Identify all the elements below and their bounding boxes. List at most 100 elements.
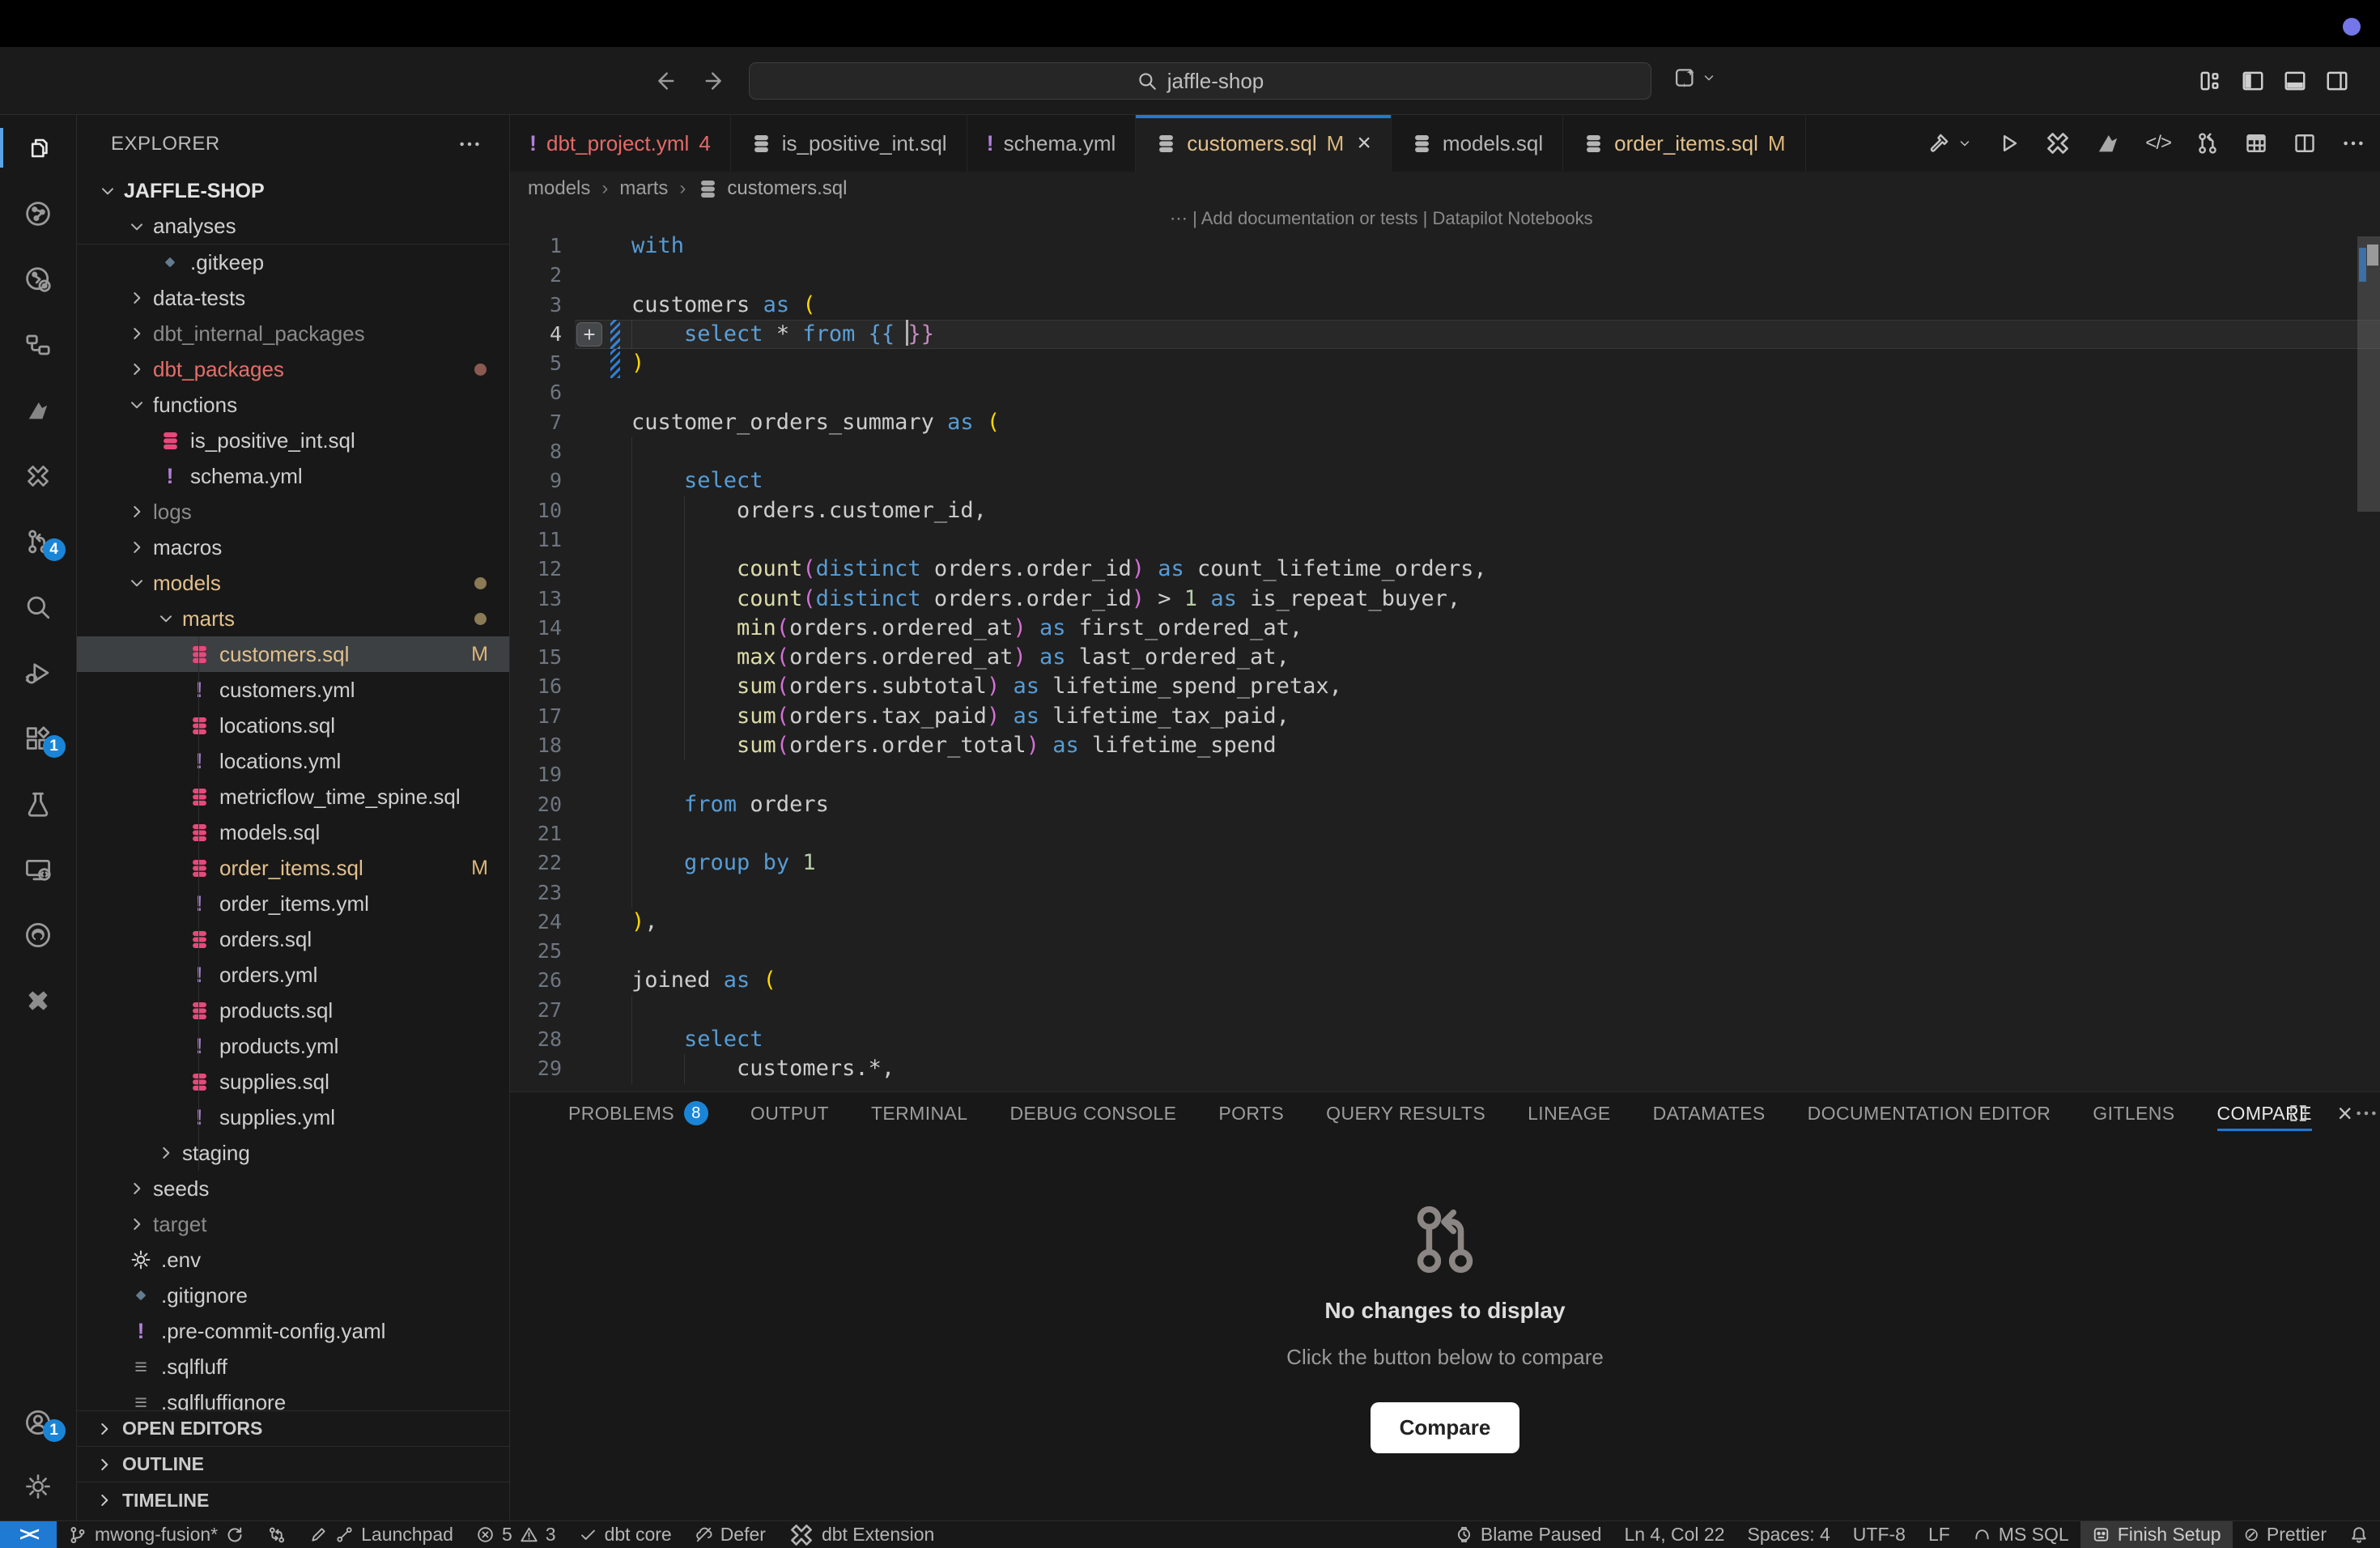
close-panel-icon[interactable]: × [2337, 1100, 2352, 1126]
tree-item-locations-yml[interactable]: !locations.yml [77, 743, 509, 779]
tree-item-analyses[interactable]: analyses [77, 209, 509, 245]
panel-tab-output[interactable]: OUTPUT [750, 1092, 829, 1134]
activity-lineage-alt[interactable] [0, 257, 77, 300]
code-line-22[interactable]: 22 group by 1 [510, 848, 2380, 878]
section-timeline[interactable]: TIMELINE [77, 1482, 509, 1518]
status-compare-changes[interactable] [256, 1521, 298, 1548]
code-line-21[interactable]: 21 [510, 819, 2380, 848]
panel-tab-datamates[interactable]: DATAMATES [1653, 1092, 1766, 1134]
tree-item--gitkeep[interactable]: .gitkeep [77, 245, 509, 280]
activity-remote-explorer[interactable] [0, 848, 77, 891]
tab-order_items-sql[interactable]: order_items.sqlM [1563, 115, 1805, 172]
toggle-secondary-sidebar-icon[interactable] [2325, 69, 2349, 93]
chevron-down-icon[interactable] [1957, 136, 1972, 151]
tree-item-orders-yml[interactable]: !orders.yml [77, 957, 509, 993]
status-gitlens-blame[interactable]: Blame Paused [1443, 1521, 1613, 1548]
activity-github[interactable] [0, 913, 77, 956]
tab-schema-yml[interactable]: !schema.yml [967, 115, 1137, 172]
maximize-panel-icon[interactable] [2287, 1100, 2310, 1126]
code-line-1[interactable]: 1with [510, 232, 2380, 261]
breadcrumb-folder[interactable]: models [528, 177, 590, 200]
tree-item-target[interactable]: target [77, 1206, 509, 1242]
code-line-10[interactable]: 10 orders.customer_id, [510, 496, 2380, 525]
tree-item-data-tests[interactable]: data-tests [77, 280, 509, 316]
tree-item-supplies-sql[interactable]: supplies.sql [77, 1064, 509, 1099]
tree-item-customers-yml[interactable]: !customers.yml [77, 672, 509, 708]
command-center-search[interactable]: jaffle-shop [749, 62, 1651, 100]
code-line-14[interactable]: 14 min(orders.ordered_at) as first_order… [510, 614, 2380, 643]
tree-item-supplies-yml[interactable]: !supplies.yml [77, 1099, 509, 1135]
activity-dbt[interactable] [0, 389, 77, 432]
status-problems-summary[interactable]: 53 [465, 1521, 567, 1548]
activity-explorer[interactable] [0, 126, 77, 169]
breadcrumb[interactable]: models›marts›customers.sql [510, 172, 2380, 206]
panel-tab-ports[interactable]: PORTS [1218, 1092, 1284, 1134]
status-launchpad[interactable]: Launchpad [298, 1521, 465, 1548]
code-line-28[interactable]: 28 select [510, 1025, 2380, 1054]
tree-item--gitignore[interactable]: .gitignore [77, 1278, 509, 1313]
code-line-24[interactable]: 24), [510, 908, 2380, 937]
tree-item-logs[interactable]: logs [77, 494, 509, 529]
tree-item-locations-sql[interactable]: locations.sql [77, 708, 509, 743]
tree-item-dbt-packages[interactable]: dbt_packages [77, 351, 509, 387]
codelens-actions[interactable]: ⋯ | Add documentation or tests | Datapil… [510, 206, 2380, 232]
tree-item-schema-yml[interactable]: !schema.yml [77, 458, 509, 494]
panel-tab-lineage[interactable]: LINEAGE [1528, 1092, 1611, 1134]
tree-item-models[interactable]: models [77, 565, 509, 601]
split-editor-icon[interactable] [2293, 131, 2317, 155]
code-line-20[interactable]: 20 from orders [510, 790, 2380, 819]
code-line-7[interactable]: 7customer_orders_summary as ( [510, 408, 2380, 437]
query-results-icon[interactable] [2244, 131, 2268, 155]
status-finish-setup[interactable]: Finish Setup [2080, 1521, 2233, 1548]
tree-item-order-items-yml[interactable]: !order_items.yml [77, 886, 509, 921]
more-panel-tabs-icon[interactable] [2354, 1101, 2378, 1125]
inline-code-icon[interactable]: </> [2145, 132, 2171, 155]
tree-item-macros[interactable]: macros [77, 529, 509, 565]
activity-flowchart[interactable] [0, 323, 77, 366]
run-model-icon[interactable] [1996, 131, 2021, 155]
code-editor[interactable]: ⋯ | Add documentation or tests | Datapil… [510, 206, 2380, 1091]
code-line-12[interactable]: 12 count(distinct orders.order_id) as co… [510, 555, 2380, 584]
breadcrumb-folder[interactable]: marts [619, 177, 668, 200]
section-outline[interactable]: OUTLINE [77, 1447, 509, 1482]
tree-item-customers-sql[interactable]: customers.sqlM [77, 636, 509, 672]
code-line-9[interactable]: 9 select [510, 466, 2380, 495]
activity-dbt-power-user[interactable] [0, 454, 77, 497]
more-actions-icon[interactable] [2341, 131, 2365, 155]
status-git-branch[interactable]: mwong-fusion* [57, 1521, 256, 1548]
code-line-4[interactable]: 4+ select * from {{ }} [510, 320, 2380, 349]
activity-testing[interactable] [0, 782, 77, 825]
tree-item--env[interactable]: .env [77, 1242, 509, 1278]
close-icon[interactable]: × [1357, 130, 1371, 157]
tree-item--pre-commit-config-yaml[interactable]: !.pre-commit-config.yaml [77, 1313, 509, 1349]
breadcrumb-file[interactable]: customers.sql [697, 177, 847, 200]
more-actions-icon[interactable] [457, 132, 482, 156]
activity-accounts[interactable]: 1 [0, 1401, 77, 1444]
status-dbt-core[interactable]: dbt core [567, 1521, 683, 1548]
code-line-6[interactable]: 6 [510, 378, 2380, 407]
tree-item-seeds[interactable]: seeds [77, 1171, 509, 1206]
status-notifications[interactable] [2338, 1521, 2380, 1548]
panel-tab-gitlens[interactable]: GITLENS [2093, 1092, 2174, 1134]
code-line-27[interactable]: 27 [510, 996, 2380, 1025]
activity-extensions[interactable]: 1 [0, 717, 77, 759]
dbt-logo-icon[interactable] [2095, 130, 2121, 156]
code-line-3[interactable]: 3customers as ( [510, 291, 2380, 320]
code-line-8[interactable]: 8 [510, 437, 2380, 466]
status-remote-indicator[interactable]: >< [0, 1521, 57, 1548]
tree-item--sqlfluff[interactable]: ≡.sqlfluff [77, 1349, 509, 1384]
code-line-5[interactable]: 5) [510, 349, 2380, 378]
code-line-26[interactable]: 26joined as ( [510, 966, 2380, 995]
activity-source-control[interactable]: 4 [0, 520, 77, 563]
activity-x-extension[interactable] [0, 979, 77, 1022]
tab-is_positive_int-sql[interactable]: is_positive_int.sql [731, 115, 967, 172]
panel-tab-debug-console[interactable]: DEBUG CONSOLE [1009, 1092, 1176, 1134]
editor-scrollbar[interactable] [2357, 206, 2380, 1091]
tree-item-products-yml[interactable]: !products.yml [77, 1028, 509, 1064]
status-defer[interactable]: Defer [683, 1521, 777, 1548]
tab-dbt_project-yml[interactable]: !dbt_project.yml4 [510, 115, 731, 172]
code-line-16[interactable]: 16 sum(orders.subtotal) as lifetime_spen… [510, 672, 2380, 701]
sparkle-dropdown-button[interactable] [1674, 66, 1716, 89]
add-comment-button[interactable]: + [576, 322, 602, 347]
activity-run-and-debug[interactable] [0, 651, 77, 694]
